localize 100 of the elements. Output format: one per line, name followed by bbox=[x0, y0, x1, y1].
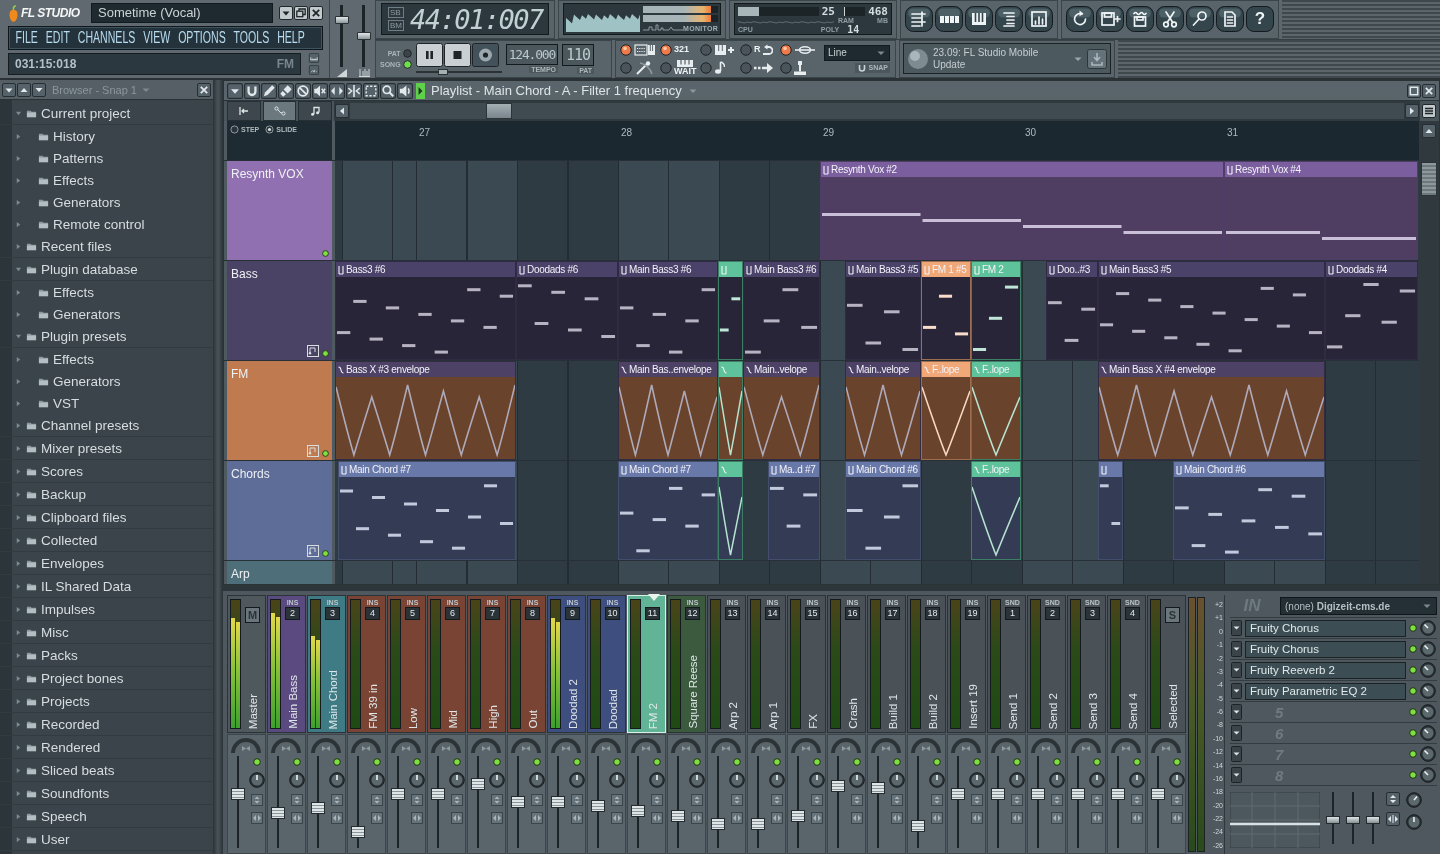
automation-clip[interactable] bbox=[718, 461, 743, 560]
timeline-ruler[interactable]: 27 28 29 30 31 bbox=[335, 121, 1419, 160]
expand-arrow-icon[interactable] bbox=[15, 513, 22, 521]
record-icon[interactable] bbox=[471, 42, 499, 67]
pan-knob-icon[interactable] bbox=[350, 738, 382, 754]
browser-folder[interactable]: Generators bbox=[0, 191, 213, 213]
pattern-clip[interactable]: Ma..d #7 bbox=[768, 461, 820, 560]
slot-led-icon[interactable] bbox=[1409, 624, 1417, 632]
up-down-arrows-icon[interactable] bbox=[690, 794, 703, 806]
fader-thumb[interactable] bbox=[270, 807, 285, 820]
swap-arrows-icon[interactable] bbox=[930, 812, 943, 824]
expand-arrow-icon[interactable] bbox=[15, 766, 22, 774]
browser-folder[interactable]: Project bones bbox=[0, 667, 213, 690]
menu-item[interactable]: CHANNELS bbox=[77, 27, 136, 49]
browser-folder[interactable]: User bbox=[0, 828, 213, 851]
pause-icon[interactable] bbox=[415, 42, 443, 67]
browser-folder[interactable]: Channel presets bbox=[0, 414, 213, 437]
slider-thumb[interactable] bbox=[1326, 816, 1340, 825]
horizontal-scrollbar[interactable] bbox=[334, 101, 1420, 121]
status-led-icon[interactable] bbox=[692, 758, 701, 766]
song-title-field[interactable]: Sometime (Vocal) bbox=[91, 3, 273, 23]
knob-icon[interactable] bbox=[1008, 772, 1025, 788]
browser-folder[interactable]: Effects bbox=[0, 281, 213, 303]
expand-arrow-icon[interactable] bbox=[15, 377, 22, 385]
expand-arrow-icon[interactable] bbox=[15, 242, 22, 250]
input-dropdown[interactable]: (none) Digizeit-cms.de bbox=[1280, 597, 1437, 615]
status-led-icon[interactable] bbox=[532, 758, 541, 766]
browser-folder[interactable]: Plugin database bbox=[0, 258, 213, 281]
pan-knob-icon[interactable] bbox=[430, 738, 462, 754]
fader-thumb[interactable] bbox=[350, 826, 365, 839]
pattern-clip[interactable]: Main Chord #7 bbox=[618, 461, 718, 560]
pattern-clip[interactable]: Main Chord #6 bbox=[845, 461, 921, 560]
pan-knob-icon[interactable] bbox=[1030, 738, 1062, 754]
swap-arrows-icon[interactable] bbox=[1050, 812, 1063, 824]
help-button[interactable]: ? bbox=[1246, 6, 1274, 33]
pattern-clip[interactable]: Main Bass3 #6 bbox=[618, 261, 718, 360]
mix-knob-icon[interactable] bbox=[1420, 620, 1436, 636]
browser-folder[interactable]: Patterns bbox=[0, 147, 213, 169]
swap-arrows-icon[interactable] bbox=[890, 812, 903, 824]
pan-knob-icon[interactable] bbox=[630, 738, 662, 754]
status-led-icon[interactable] bbox=[1172, 758, 1181, 766]
pan-knob-icon[interactable] bbox=[990, 738, 1022, 754]
split-icon[interactable] bbox=[346, 82, 362, 99]
status-led-icon[interactable] bbox=[892, 758, 901, 766]
up-down-arrows-icon[interactable] bbox=[1130, 794, 1143, 806]
option-toggle[interactable]: R bbox=[740, 41, 780, 58]
swap-arrows-icon[interactable] bbox=[330, 812, 343, 824]
browser-folder[interactable]: Impulses bbox=[0, 598, 213, 621]
browser-scrollbar[interactable] bbox=[213, 80, 223, 854]
browser-folder[interactable]: Mixer presets bbox=[0, 437, 213, 460]
expand-arrow-icon[interactable] bbox=[15, 812, 22, 820]
expand-arrow-icon[interactable] bbox=[15, 651, 22, 659]
status-led-icon[interactable] bbox=[452, 758, 461, 766]
fader-thumb[interactable] bbox=[790, 810, 805, 823]
expand-arrow-icon[interactable] bbox=[15, 605, 22, 613]
browser-folder[interactable]: Recorded bbox=[0, 713, 213, 736]
pan-knob-icon[interactable] bbox=[470, 738, 502, 754]
knob-icon[interactable] bbox=[608, 772, 625, 788]
knob-icon[interactable] bbox=[488, 772, 505, 788]
status-led-icon[interactable] bbox=[292, 758, 301, 766]
up-down-arrows-icon[interactable] bbox=[1010, 794, 1023, 806]
browser-folder[interactable]: Generators bbox=[0, 370, 213, 392]
piano-keys-icon[interactable] bbox=[965, 6, 993, 33]
up-down-arrows-icon[interactable] bbox=[290, 794, 303, 806]
swap-arrows-icon[interactable] bbox=[410, 812, 423, 824]
knob-icon[interactable] bbox=[768, 772, 785, 788]
fader-thumb[interactable] bbox=[630, 804, 645, 817]
fader-thumb[interactable] bbox=[1030, 788, 1045, 800]
pencil-icon[interactable] bbox=[261, 82, 277, 99]
expand-arrow-icon[interactable] bbox=[15, 220, 22, 228]
fader-thumb[interactable] bbox=[910, 820, 925, 832]
up-down-arrows-icon[interactable] bbox=[530, 794, 543, 806]
browser-folder[interactable]: Effects bbox=[0, 169, 213, 191]
expand-arrow-icon[interactable] bbox=[15, 421, 22, 429]
browser-folder[interactable]: Soundfonts bbox=[0, 782, 213, 805]
effect-slot[interactable]: Fruity Parametric EQ 2 bbox=[1230, 680, 1437, 701]
prohibit-icon[interactable] bbox=[295, 82, 311, 99]
knob-icon[interactable] bbox=[1088, 772, 1105, 788]
track-lane[interactable]: Bass3 #6 Doodads #6 Main Bass3 #6 Main Bass3 #6 Main Bass3 #5 FM 1 #5 FM 2 Doo..#3 Main Bass3 #5 Doodads #4 bbox=[335, 261, 1419, 360]
knob-icon[interactable] bbox=[848, 772, 865, 788]
browser-folder[interactable]: Recent files bbox=[0, 235, 213, 258]
track-lane[interactable]: Resynth Vox #2 Resynth Vox #4 bbox=[335, 161, 1419, 260]
swap-arrows-icon[interactable] bbox=[970, 812, 983, 824]
expand-arrow-icon[interactable] bbox=[15, 536, 22, 544]
fader-thumb[interactable] bbox=[510, 796, 525, 808]
status-led-icon[interactable] bbox=[492, 758, 501, 766]
mixer-track[interactable]: S Selected bbox=[1146, 595, 1186, 733]
pan-knob-icon[interactable] bbox=[390, 738, 422, 754]
automation-clip[interactable]: Main Bass X #4 envelope bbox=[1098, 361, 1325, 460]
swap-arrows-icon[interactable] bbox=[730, 812, 743, 824]
swap-arrows-icon[interactable] bbox=[1130, 812, 1143, 824]
fader-thumb[interactable] bbox=[830, 780, 845, 792]
pattern-clip[interactable]: Main Bass3 #6 bbox=[743, 261, 820, 360]
list-icon[interactable] bbox=[995, 6, 1023, 33]
tempo-display[interactable]: 124.000 bbox=[505, 44, 558, 66]
menu-item[interactable]: VIEW bbox=[143, 27, 171, 49]
effect-slot[interactable]: Fruity Reeverb 2 bbox=[1230, 659, 1437, 680]
pattern-clip[interactable] bbox=[1098, 461, 1123, 560]
slot-led-icon[interactable] bbox=[1409, 708, 1417, 716]
zoom-icon[interactable] bbox=[380, 82, 396, 99]
